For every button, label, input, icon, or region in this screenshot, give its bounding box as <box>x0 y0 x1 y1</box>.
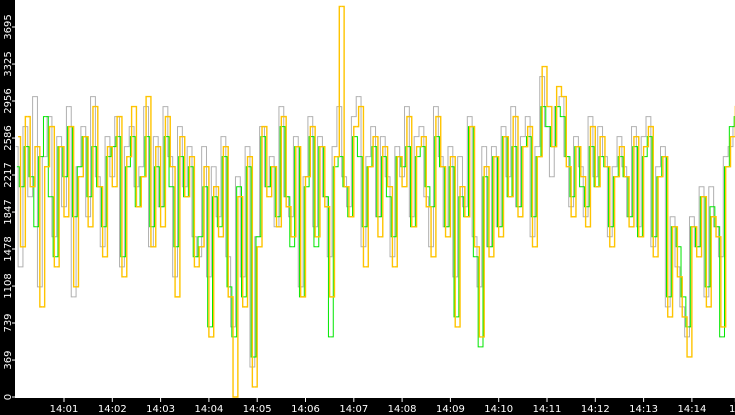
series-segment <box>428 206 434 258</box>
series-segment <box>356 105 362 128</box>
series-segment <box>15 146 21 268</box>
x-tick-label: 14:12 <box>581 404 610 415</box>
y-tick-label: 1478 <box>3 236 14 261</box>
x-tick-label: 14:10 <box>484 404 513 415</box>
series-segment <box>42 165 48 308</box>
series-segment <box>355 136 360 158</box>
y-tick-label: 0 <box>3 394 14 400</box>
series-segment <box>41 116 46 158</box>
x-tick-label: 14:13 <box>629 404 658 415</box>
series-segment <box>556 96 562 108</box>
x-tick-label: 14:11 <box>533 404 562 415</box>
series-segment <box>336 5 342 158</box>
x-tick-label: 14:03 <box>146 404 175 415</box>
x-tick-label: 14:05 <box>243 404 272 415</box>
series-segment <box>600 126 605 158</box>
x-tick-label: 14:02 <box>98 404 127 415</box>
line-chart: 036973911081478184722172586295633253695 … <box>0 0 735 415</box>
chart: 0 369 739 1108 1478 1847 2217 2586 2956 3325 3695 … <box>0 0 735 415</box>
x-tick-label: 14:07 <box>339 404 368 415</box>
series-segment <box>114 115 120 188</box>
y-tick-label: 2586 <box>3 125 14 150</box>
plot-area <box>15 5 735 398</box>
y-tick-label: 369 <box>3 351 14 370</box>
x-tick-label: 14:06 <box>291 404 320 415</box>
y-tick-label: 3325 <box>3 51 14 76</box>
series-segment <box>418 135 424 148</box>
series-segment <box>353 96 359 118</box>
x-tick-label: 14:04 <box>194 404 223 415</box>
series-segment <box>335 156 341 168</box>
y-tick-label: 2956 <box>3 88 14 113</box>
series-segment <box>559 85 564 98</box>
series-segment <box>557 106 563 118</box>
series-segment <box>39 156 45 288</box>
series-segment <box>417 146 423 158</box>
series-gray <box>15 76 735 368</box>
x-tick-label: 14:14 <box>677 404 706 415</box>
series-segment <box>544 65 550 108</box>
series-segment <box>334 106 340 148</box>
y-tick-label: 2217 <box>3 162 14 187</box>
series-segment <box>18 135 23 248</box>
y-tick-label: 1108 <box>3 273 14 298</box>
y-tick-label: 3695 <box>3 14 14 39</box>
series-segment <box>416 126 422 138</box>
series-segment <box>522 116 528 138</box>
x-tick-label: 14:08 <box>388 404 417 415</box>
x-tick-label: 14:01 <box>50 404 79 415</box>
x-tick-label: 14:09 <box>436 404 465 415</box>
series-segment <box>643 116 649 138</box>
x-tick-label: 14 <box>729 404 735 415</box>
y-tick-label: 739 <box>3 313 14 332</box>
y-tick-label: 1847 <box>3 199 14 224</box>
